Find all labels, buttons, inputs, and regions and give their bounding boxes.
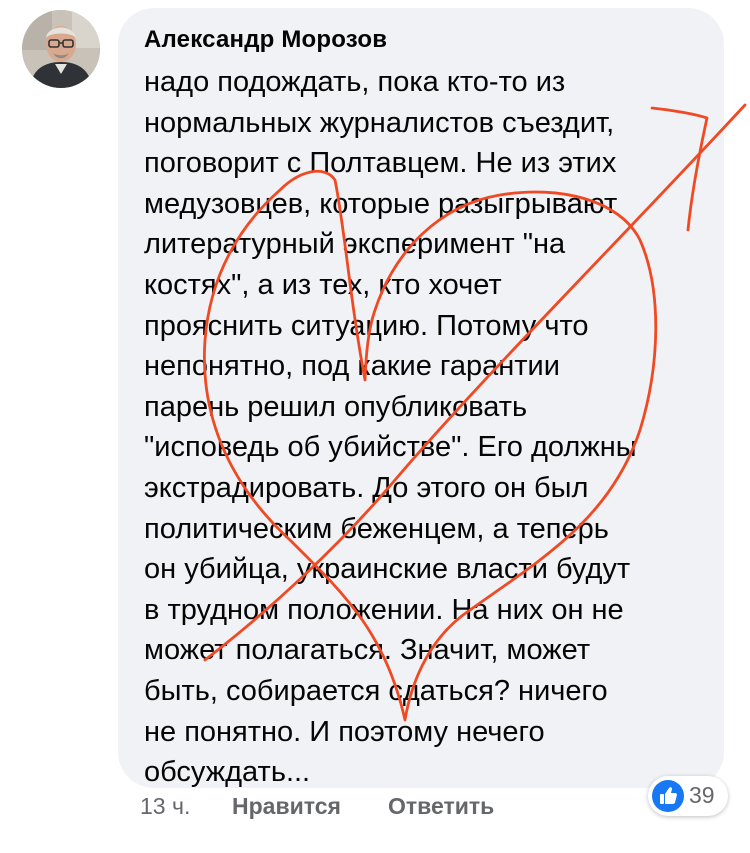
- comment-line: он убийца, украинские власти будут: [144, 553, 631, 586]
- comment-line: не понятно. И поэтому нечего: [144, 715, 545, 748]
- comment-line: литературный эксперимент "на: [144, 228, 566, 261]
- comment-text: надо подождать, пока кто-то из нормальны…: [144, 62, 724, 793]
- comment-line: поговорит с Полтавцем. Не из этих: [144, 147, 617, 180]
- comment-screenshot: Александр Морозов надо подождать, пока к…: [0, 0, 750, 853]
- reaction-summary[interactable]: 39: [648, 776, 728, 816]
- comment-line: "исповедь об убийстве". Его должны: [144, 431, 637, 464]
- comment-line: экстрадировать. До этого он был: [144, 471, 589, 504]
- like-button[interactable]: Нравится: [232, 793, 341, 820]
- comment-line: быть, собирается сдаться? ничего: [144, 674, 608, 707]
- comment-line: политическим беженцем, а теперь: [144, 512, 609, 545]
- comment-line: прояснить ситуацию. Потому что: [144, 309, 589, 342]
- reaction-count: 39: [689, 782, 715, 808]
- avatar[interactable]: [22, 10, 100, 88]
- comment-line: в трудном положении. На них он не: [144, 593, 624, 626]
- comment-line: медузовцев, которые разыгрывают: [144, 187, 618, 220]
- comment-line: непонятно, под какие гарантии: [144, 350, 560, 383]
- thumbs-up-icon: [652, 780, 684, 812]
- comment-line: парень решил опубликовать: [144, 390, 528, 423]
- author-name[interactable]: Александр Морозов: [144, 26, 387, 54]
- comment-line: надо подождать, пока кто-то из: [144, 66, 566, 98]
- timestamp[interactable]: 13 ч.: [140, 793, 190, 820]
- reply-button[interactable]: Ответить: [388, 793, 494, 820]
- comment-line: обсуждать...: [144, 756, 311, 789]
- comment-line: костях", а из тех, кто хочет: [144, 268, 502, 301]
- avatar-photo: [22, 10, 100, 88]
- comment-line: нормальных журналистов съездит,: [144, 106, 615, 139]
- comment-line: может полагаться. Значит, может: [144, 634, 591, 667]
